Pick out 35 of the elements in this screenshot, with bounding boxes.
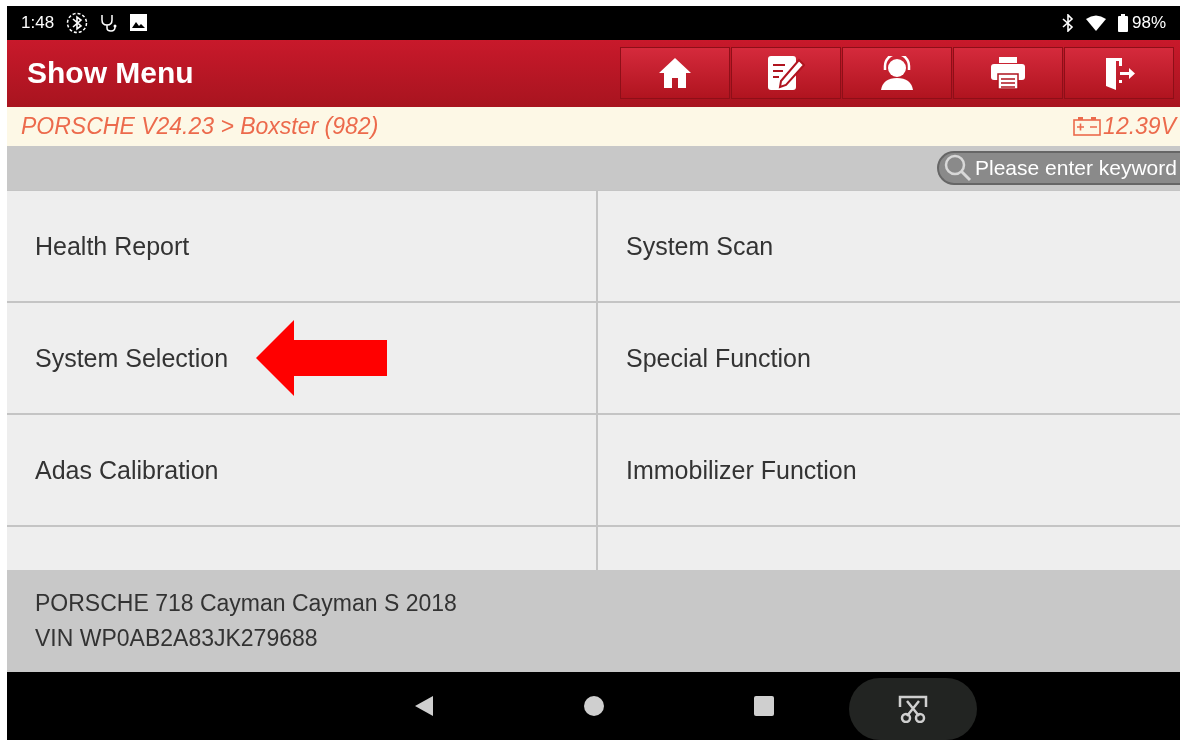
home-icon — [658, 57, 692, 90]
bluetooth-icon — [1061, 13, 1074, 32]
printer-icon — [990, 56, 1026, 91]
battery-percentage: 98% — [1131, 12, 1166, 33]
car-battery-icon — [1073, 116, 1102, 137]
exit-button[interactable] — [1064, 47, 1174, 100]
wifi-icon — [1085, 14, 1106, 31]
menu-item[interactable]: Adas Calibration — [7, 415, 596, 526]
recents-icon — [753, 696, 774, 716]
menu-item[interactable]: Special Function — [598, 303, 1180, 414]
menu-item[interactable]: System Scan — [598, 191, 1180, 302]
search-icon — [943, 153, 973, 184]
back-icon — [413, 695, 434, 717]
edit-icon — [767, 55, 805, 92]
print-button[interactable] — [953, 47, 1063, 100]
menu-item[interactable]: System Selection — [7, 303, 596, 414]
home-icon — [583, 696, 604, 716]
voltage-reading: 12.39V — [1103, 112, 1176, 140]
clock: 1:48 — [21, 12, 55, 33]
stethoscope-icon — [100, 13, 119, 32]
home-button[interactable] — [620, 47, 730, 100]
headset-person-icon — [879, 56, 915, 91]
vehicle-model: PORSCHE 718 Cayman Cayman S 2018 — [35, 589, 458, 617]
search-field[interactable]: Please enter keyword — [937, 151, 1180, 186]
edit-button[interactable] — [731, 47, 841, 100]
image-icon — [130, 14, 148, 32]
support-button[interactable] — [842, 47, 952, 100]
scissors-icon — [897, 695, 928, 723]
breadcrumb: PORSCHE V24.23 > Boxster (982) — [21, 112, 380, 140]
menu-item[interactable]: Health Report — [7, 191, 596, 302]
bluetooth-icon — [66, 11, 89, 34]
menu-item[interactable]: Immobilizer Function — [598, 415, 1180, 526]
page-title: Show Menu — [27, 56, 195, 91]
vehicle-vin: VIN WP0AB2A83JK279688 — [35, 624, 319, 652]
battery-icon — [1117, 13, 1128, 32]
